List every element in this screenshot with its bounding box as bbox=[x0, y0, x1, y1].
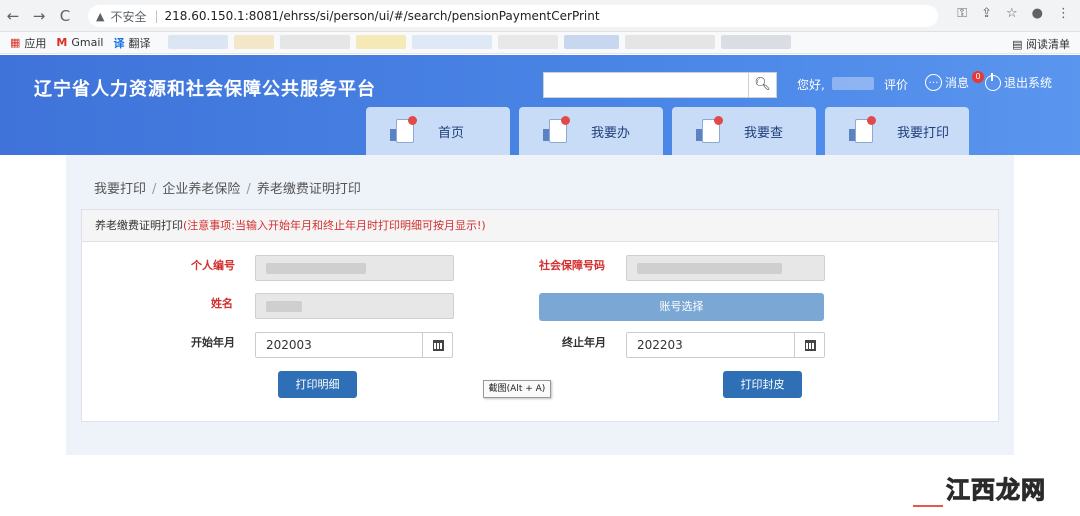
panel-note: (注意事项:当输入开始年月和终止年月时打印明细可按月显示!) bbox=[183, 219, 486, 232]
calendar-icon bbox=[433, 340, 444, 351]
toolbar-icons: ⚿ ⇪ ☆ ● ⋮ bbox=[957, 6, 1070, 21]
document-icon bbox=[541, 115, 577, 147]
panel-title: 养老缴费证明打印 bbox=[95, 219, 183, 232]
start-month-input[interactable]: 202003 bbox=[255, 332, 423, 358]
search-input[interactable] bbox=[543, 72, 749, 98]
tab-print[interactable]: 我要打印 bbox=[825, 107, 969, 155]
message-count-badge: 0 bbox=[972, 71, 984, 83]
bookmark-translate[interactable]: 译 翻译 bbox=[113, 35, 150, 51]
apps-icon: ▦ bbox=[10, 36, 21, 49]
document-icon bbox=[694, 115, 730, 147]
print-cover-button[interactable]: 打印封皮 bbox=[723, 371, 802, 398]
breadcrumb: 我要打印 / 企业养老保险 / 养老缴费证明打印 bbox=[94, 182, 361, 197]
breadcrumb-item[interactable]: 我要打印 bbox=[94, 182, 146, 197]
menu-icon[interactable]: ⋮ bbox=[1057, 6, 1070, 21]
translate-icon: 译 bbox=[113, 36, 125, 50]
profile-icon[interactable]: ● bbox=[1032, 6, 1043, 21]
watermark-underline bbox=[913, 505, 943, 507]
browser-toolbar: ← → C ▲ 不安全 | 218.60.150.1:8081/ehrss/si… bbox=[0, 0, 1080, 32]
end-month-input[interactable]: 202203 bbox=[626, 332, 795, 358]
rating-link[interactable]: 评价 bbox=[884, 76, 908, 93]
logout-label: 退出系统 bbox=[1004, 76, 1053, 90]
blurred-bookmarks bbox=[168, 35, 888, 49]
ss-number-label: 社会保障号码 bbox=[539, 259, 605, 272]
breadcrumb-item[interactable]: 企业养老保险 bbox=[162, 182, 240, 197]
tab-home[interactable]: 首页 bbox=[366, 107, 510, 155]
panel-header: 养老缴费证明打印(注意事项:当输入开始年月和终止年月时打印明细可按月显示!) bbox=[82, 210, 998, 242]
search-icon[interactable]: 🔍︎ bbox=[749, 72, 777, 98]
reload-icon[interactable]: C bbox=[52, 7, 78, 25]
document-icon bbox=[388, 115, 424, 147]
bookmark-label: Gmail bbox=[71, 36, 104, 49]
start-calendar-button[interactable] bbox=[422, 332, 453, 358]
tab-label: 首页 bbox=[438, 125, 465, 141]
user-name-redacted bbox=[832, 77, 874, 90]
tab-handle[interactable]: 我要办 bbox=[519, 107, 663, 155]
personal-id-label: 个人编号 bbox=[191, 259, 235, 272]
account-select-button[interactable]: 账号选择 bbox=[539, 293, 824, 321]
message-icon: … bbox=[925, 74, 942, 91]
breadcrumb-current: 养老缴费证明打印 bbox=[256, 182, 361, 197]
security-label: 不安全 bbox=[110, 9, 147, 24]
personal-id-field bbox=[255, 255, 454, 281]
site-title: 辽宁省人力资源和社会保障公共服务平台 bbox=[34, 79, 376, 100]
tab-label: 我要打印 bbox=[897, 125, 950, 141]
forward-icon[interactable]: → bbox=[26, 7, 52, 25]
tab-label: 我要办 bbox=[591, 125, 631, 141]
url-separator: | bbox=[154, 9, 159, 23]
print-detail-button[interactable]: 打印明细 bbox=[278, 371, 357, 398]
reading-list-label: 阅读清单 bbox=[1026, 38, 1070, 51]
bookmark-label: 应用 bbox=[24, 36, 47, 50]
end-month-label: 终止年月 bbox=[562, 336, 606, 349]
back-icon[interactable]: ← bbox=[0, 7, 26, 25]
site-watermark: 江西龙网 bbox=[946, 476, 1046, 505]
key-icon[interactable]: ⚿ bbox=[957, 6, 967, 21]
ss-number-field bbox=[626, 255, 825, 281]
bookmark-label: 翻译 bbox=[128, 36, 151, 50]
calendar-icon bbox=[805, 340, 816, 351]
bookmark-gmail[interactable]: M Gmail bbox=[56, 36, 103, 49]
share-icon[interactable]: ⇪ bbox=[981, 6, 992, 21]
power-icon bbox=[985, 72, 1001, 91]
start-month-label: 开始年月 bbox=[191, 336, 235, 349]
logout-link[interactable]: 退出系统 bbox=[985, 72, 1053, 91]
url-text: 218.60.150.1:8081/ehrss/si/person/ui/#/s… bbox=[164, 9, 600, 23]
document-icon bbox=[847, 115, 883, 147]
star-icon[interactable]: ☆ bbox=[1006, 6, 1018, 21]
gmail-icon: M bbox=[56, 36, 68, 49]
reading-list-icon: ▤ bbox=[1012, 38, 1023, 51]
reading-list[interactable]: ▤ 阅读清单 bbox=[1012, 36, 1070, 52]
screenshot-tooltip: 截图(Alt + A) bbox=[483, 380, 551, 398]
name-label: 姓名 bbox=[211, 297, 233, 310]
greeting-text: 您好, bbox=[797, 78, 825, 92]
tab-label: 我要查 bbox=[744, 125, 784, 141]
warning-icon: ▲ bbox=[96, 9, 105, 23]
message-label: 消息 bbox=[945, 76, 970, 90]
tab-query[interactable]: 我要查 bbox=[672, 107, 816, 155]
address-bar[interactable]: ▲ 不安全 | 218.60.150.1:8081/ehrss/si/perso… bbox=[88, 5, 938, 27]
bookmark-apps[interactable]: ▦ 应用 bbox=[10, 35, 46, 51]
name-field bbox=[255, 293, 454, 319]
end-calendar-button[interactable] bbox=[794, 332, 825, 358]
message-link[interactable]: … 消息 bbox=[925, 74, 969, 91]
